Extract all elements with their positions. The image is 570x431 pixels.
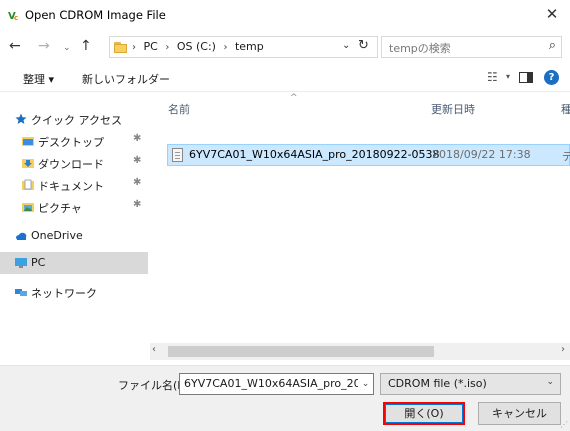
chevron-down-icon[interactable]: ⌄ bbox=[358, 374, 373, 394]
network-icon bbox=[15, 289, 27, 296]
file-type-select[interactable]: CDROM file (*.iso) ⌄ bbox=[380, 373, 561, 395]
folder-icon bbox=[114, 41, 127, 53]
sidebar-item-quick-access[interactable]: クイック アクセス bbox=[0, 108, 148, 130]
preview-pane-icon[interactable] bbox=[519, 72, 533, 83]
address-dropdown-icon[interactable]: ⌄ bbox=[342, 40, 350, 51]
svg-text:c: c bbox=[14, 14, 18, 21]
sidebar-item-label: ダウンロード bbox=[38, 158, 104, 171]
chevron-right-icon: › bbox=[132, 42, 136, 53]
sidebar-item-pictures[interactable]: ピクチャ ✱ bbox=[0, 196, 148, 218]
pictures-folder-icon bbox=[22, 203, 34, 212]
file-name: 6YV7CA01_W10x64ASIA_pro_20180922-0538 bbox=[189, 148, 440, 161]
window-title: Open CDROM Image File bbox=[25, 8, 166, 22]
dialog-footer: ファイル名(N): 6YV7CA01_W10x64ASIA_pro_201809… bbox=[0, 365, 570, 431]
title-bar: V c Open CDROM Image File ✕ bbox=[0, 0, 570, 30]
sidebar-item-desktop[interactable]: デスクトップ ✱ bbox=[0, 130, 148, 152]
chevron-right-icon: › bbox=[223, 42, 228, 53]
cancel-button[interactable]: キャンセル bbox=[478, 402, 561, 425]
sidebar-item-label: ネットワーク bbox=[31, 287, 97, 300]
star-icon bbox=[15, 113, 27, 124]
up-folder-button[interactable]: ↑ bbox=[80, 37, 92, 55]
address-bar[interactable]: › PC › OS (C:) › temp ⌄ ↻ bbox=[109, 36, 378, 58]
sidebar-item-network[interactable]: ネットワーク bbox=[0, 281, 148, 303]
sidebar-item-label: デスクトップ bbox=[38, 136, 104, 149]
view-dropdown-icon[interactable]: ▾ bbox=[506, 72, 510, 81]
scrollbar-thumb[interactable] bbox=[168, 346, 434, 357]
sidebar-item-onedrive[interactable]: OneDrive bbox=[0, 225, 148, 247]
scroll-left-icon[interactable]: ‹ bbox=[152, 344, 156, 355]
sidebar-item-label: PC bbox=[31, 256, 46, 269]
recent-locations-button[interactable]: ⌄ bbox=[63, 39, 71, 57]
pin-icon[interactable]: ✱ bbox=[133, 133, 141, 144]
refresh-icon[interactable]: ↻ bbox=[358, 38, 369, 53]
sidebar-item-label: ピクチャ bbox=[38, 202, 82, 215]
file-type: ディ bbox=[562, 150, 570, 163]
resize-grip-icon[interactable]: ⋰ bbox=[560, 420, 568, 429]
scroll-right-icon[interactable]: › bbox=[561, 344, 565, 355]
desktop-folder-icon bbox=[22, 137, 34, 146]
view-options-icon[interactable]: ☷ bbox=[487, 70, 498, 84]
organize-button[interactable]: 整理 ▾ bbox=[23, 71, 54, 87]
new-folder-button[interactable]: 新しいフォルダー bbox=[82, 71, 170, 87]
sidebar-item-label: OneDrive bbox=[31, 229, 83, 242]
file-list: ^ 名前 更新日時 種類 6YV7CA01_W10x64ASIA_pro_201… bbox=[150, 93, 570, 365]
sidebar-item-downloads[interactable]: ダウンロード ✱ bbox=[0, 152, 148, 174]
chevron-down-icon: ⌄ bbox=[546, 377, 554, 387]
sidebar-item-pc[interactable]: PC bbox=[0, 252, 148, 274]
breadcrumb-drive[interactable]: OS (C:) bbox=[177, 40, 216, 53]
file-type-value: CDROM file (*.iso) bbox=[388, 377, 487, 390]
search-placeholder: tempの検索 bbox=[389, 42, 451, 55]
sort-ascending-icon: ^ bbox=[290, 93, 298, 103]
help-icon[interactable]: ? bbox=[544, 70, 559, 85]
column-header-type[interactable]: 種類 bbox=[561, 101, 570, 117]
iso-file-icon bbox=[172, 148, 183, 162]
sidebar-item-label: ドキュメント bbox=[38, 180, 104, 193]
table-row[interactable]: 6YV7CA01_W10x64ASIA_pro_20180922-0538 20… bbox=[167, 144, 570, 166]
column-header-date[interactable]: 更新日時 bbox=[431, 101, 475, 117]
search-input[interactable]: tempの検索 ⌕ bbox=[381, 36, 562, 58]
documents-folder-icon bbox=[22, 179, 34, 190]
navigation-bar: ← → ⌄ ↑ › PC › OS (C:) › temp ⌄ ↻ tempの検… bbox=[0, 32, 570, 62]
search-icon: ⌕ bbox=[548, 38, 556, 53]
back-button[interactable]: ← bbox=[9, 37, 21, 55]
breadcrumb-pc[interactable]: PC bbox=[144, 40, 158, 53]
breadcrumb-temp[interactable]: temp bbox=[235, 40, 264, 53]
command-bar: 整理 ▾ 新しいフォルダー ☷ ▾ ? bbox=[0, 64, 570, 92]
open-file-dialog: V c Open CDROM Image File ✕ ← → ⌄ ↑ › PC… bbox=[0, 0, 570, 431]
file-name-field[interactable]: 6YV7CA01_W10x64ASIA_pro_20180922-0538 ⌄ bbox=[179, 373, 374, 395]
pin-icon[interactable]: ✱ bbox=[133, 155, 141, 166]
breadcrumb: › PC › OS (C:) › temp bbox=[132, 40, 268, 53]
sidebar-item-documents[interactable]: ドキュメント ✱ bbox=[0, 174, 148, 196]
navigation-pane: クイック アクセス デスクトップ ✱ ダウンロード ✱ ドキュメント ✱ ピクチ… bbox=[0, 93, 150, 365]
column-header-name[interactable]: 名前 bbox=[168, 101, 190, 117]
downloads-folder-icon bbox=[22, 159, 34, 168]
pin-icon[interactable]: ✱ bbox=[133, 177, 141, 188]
forward-button[interactable]: → bbox=[38, 37, 50, 55]
close-button[interactable]: ✕ bbox=[534, 0, 570, 30]
cloud-icon bbox=[16, 232, 27, 240]
open-button[interactable]: 開く(O) bbox=[383, 402, 465, 425]
file-modified: 2018/09/22 17:38 bbox=[432, 148, 531, 161]
file-name-value: 6YV7CA01_W10x64ASIA_pro_20180922-0538 bbox=[184, 377, 373, 390]
vc-app-icon: V c bbox=[8, 9, 20, 21]
sidebar-item-label: クイック アクセス bbox=[31, 114, 122, 127]
pc-icon bbox=[15, 258, 27, 268]
pin-icon[interactable]: ✱ bbox=[133, 199, 141, 210]
horizontal-scrollbar[interactable]: ‹ › bbox=[150, 343, 570, 360]
chevron-right-icon: › bbox=[165, 42, 170, 53]
